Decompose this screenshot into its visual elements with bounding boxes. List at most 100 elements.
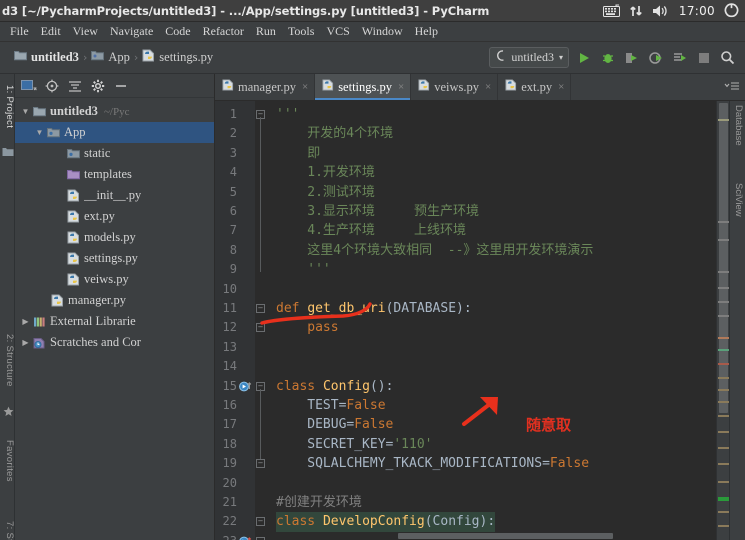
- code-line[interactable]: class DevelopConfig(Config):: [276, 512, 496, 532]
- attach-button[interactable]: [670, 48, 689, 67]
- menu-navigate[interactable]: Navigate: [104, 23, 159, 40]
- tree-item-untitled3[interactable]: ▼ untitled3 ~/Pyc: [15, 101, 214, 122]
- menu-help[interactable]: Help: [409, 23, 444, 40]
- tool-window-structure[interactable]: 2: Structure: [0, 324, 15, 396]
- run-gutter-icon[interactable]: [239, 377, 255, 396]
- menu-window[interactable]: Window: [356, 23, 409, 40]
- code-line[interactable]: SQLALCHEMY_TKACK_MODIFICATIONS=False: [307, 454, 589, 473]
- clock[interactable]: 17:00: [679, 4, 715, 18]
- menu-tools[interactable]: Tools: [282, 23, 321, 40]
- tree-item-scratches[interactable]: ▶ Scratches and Cor: [15, 332, 214, 353]
- profile-button[interactable]: [646, 48, 665, 67]
- fold-toggle-icon[interactable]: −: [256, 459, 265, 469]
- code-line[interactable]: 1.开发环境: [307, 163, 375, 182]
- code-content[interactable]: ''' 开发的4个环境即 1.开发环境 2.测试环境 3.显示环境 预生产环境 4.生产环…: [268, 101, 707, 540]
- tree-item-ext-py[interactable]: ext.py: [15, 206, 214, 227]
- fold-toggle-icon[interactable]: −: [256, 323, 265, 333]
- code-line[interactable]: class Config():: [276, 377, 393, 396]
- chevron-right-icon[interactable]: ▶: [19, 317, 32, 326]
- chevron-down-icon[interactable]: ▼: [19, 107, 32, 116]
- tab-settings-py[interactable]: settings.py ×: [315, 74, 412, 100]
- code-line[interactable]: ''': [307, 260, 330, 279]
- stop-button[interactable]: [694, 48, 713, 67]
- editor-tab-bar: manager.py × settings.py × veiws.py × ex…: [215, 74, 745, 101]
- run-gutter-icon[interactable]: [239, 532, 255, 540]
- run-coverage-button[interactable]: [622, 48, 641, 67]
- code-line[interactable]: ''': [276, 105, 299, 124]
- project-view-selector[interactable]: [19, 76, 39, 95]
- tool-window-project[interactable]: 1: Project: [0, 76, 15, 138]
- volume-icon[interactable]: [652, 4, 670, 18]
- run-button[interactable]: [574, 48, 593, 67]
- code-line[interactable]: TEST=False: [307, 396, 385, 415]
- tree-item-models-py[interactable]: models.py: [15, 227, 214, 248]
- close-icon[interactable]: ×: [485, 81, 491, 93]
- code-token: 这里4个环境大致相同 --》这里用开发环境演示: [307, 242, 594, 258]
- library-icon: [32, 316, 46, 328]
- tree-item-templates[interactable]: templates: [15, 164, 214, 185]
- tab-veiws-py[interactable]: veiws.py ×: [411, 74, 499, 100]
- tree-item-app[interactable]: ▼ App: [15, 122, 214, 143]
- tool-window-sciview[interactable]: SciView: [730, 183, 744, 239]
- tree-item-label: Scratches and Cor: [50, 335, 141, 349]
- settings-gear-button[interactable]: [88, 76, 108, 95]
- close-icon[interactable]: ×: [302, 81, 308, 93]
- code-line[interactable]: #创建开发环境: [276, 493, 362, 512]
- tree-item-static[interactable]: static: [15, 143, 214, 164]
- folder-icon[interactable]: [2, 146, 14, 158]
- breadcrumb-label: untitled3: [31, 50, 79, 64]
- locate-file-button[interactable]: [42, 76, 62, 95]
- editor-horizontal-scrollbar[interactable]: [268, 532, 707, 540]
- tree-item-veiws-py[interactable]: veiws.py: [15, 269, 214, 290]
- breadcrumb-item-project[interactable]: untitled3: [14, 50, 79, 65]
- code-line[interactable]: DEBUG=False: [307, 415, 393, 434]
- run-configuration-selector[interactable]: untitled3 ▾: [489, 47, 569, 68]
- code-line[interactable]: 开发的4个环境: [307, 124, 393, 143]
- tree-item-init-py[interactable]: __init__.py: [15, 185, 214, 206]
- menu-vcs[interactable]: VCS: [320, 23, 355, 40]
- fold-toggle-icon[interactable]: −: [256, 304, 265, 313]
- code-line[interactable]: 即: [307, 144, 320, 163]
- close-icon[interactable]: ×: [558, 81, 564, 93]
- editor-vertical-scrollbar[interactable]: [716, 101, 729, 540]
- menu-file[interactable]: File: [4, 23, 35, 40]
- close-icon[interactable]: ×: [398, 81, 404, 93]
- collapse-all-button[interactable]: [65, 76, 85, 95]
- code-line[interactable]: def get_db_uri(DATABASE):: [276, 299, 472, 318]
- search-everywhere-button[interactable]: [718, 48, 737, 67]
- editor-gutter[interactable]: 1234567891011121314151617181920212223: [215, 101, 260, 540]
- power-gear-icon[interactable]: [724, 3, 739, 18]
- chevron-down-icon[interactable]: ▼: [33, 128, 46, 137]
- menu-code[interactable]: Code: [159, 23, 196, 40]
- tool-window-favorites[interactable]: Favorites: [0, 426, 15, 496]
- breadcrumb-item-file[interactable]: settings.py: [142, 49, 213, 66]
- code-line[interactable]: pass: [307, 318, 338, 337]
- tab-manager-py[interactable]: manager.py ×: [215, 74, 316, 100]
- breadcrumb-item-app[interactable]: App: [91, 50, 130, 65]
- tree-item-settings-py[interactable]: settings.py: [15, 248, 214, 269]
- tool-window-database[interactable]: Database: [730, 105, 744, 171]
- code-line[interactable]: SECRET_KEY='110': [307, 435, 432, 454]
- star-icon[interactable]: [3, 406, 15, 418]
- code-token: SECRET_KEY=: [307, 436, 394, 452]
- network-updown-icon[interactable]: [629, 4, 643, 18]
- code-line[interactable]: 这里4个环境大致相同 --》这里用开发环境演示: [307, 241, 593, 260]
- menu-edit[interactable]: Edit: [35, 23, 67, 40]
- hide-panel-button[interactable]: [111, 76, 131, 95]
- scroll-marker: [718, 401, 729, 403]
- code-line[interactable]: 2.测试环境: [307, 183, 375, 202]
- tab-ext-py[interactable]: ext.py ×: [498, 74, 572, 100]
- menu-view[interactable]: View: [67, 23, 104, 40]
- code-line[interactable]: 4.生产环境 上线环境: [307, 221, 466, 240]
- fold-toggle-icon[interactable]: −: [256, 517, 265, 527]
- menu-refactor[interactable]: Refactor: [197, 23, 250, 40]
- tab-overflow-button[interactable]: [720, 74, 745, 100]
- code-line[interactable]: 3.显示环境 预生产环境: [307, 202, 479, 221]
- tree-item-external-libraries[interactable]: ▶ External Librarie: [15, 311, 214, 332]
- tree-item-manager-py[interactable]: manager.py: [15, 290, 214, 311]
- keyboard-icon[interactable]: [602, 4, 620, 17]
- debug-button[interactable]: [598, 48, 617, 67]
- tool-window-structure-2[interactable]: 7: Structure: [0, 506, 15, 540]
- chevron-right-icon[interactable]: ▶: [19, 338, 32, 347]
- menu-run[interactable]: Run: [250, 23, 282, 40]
